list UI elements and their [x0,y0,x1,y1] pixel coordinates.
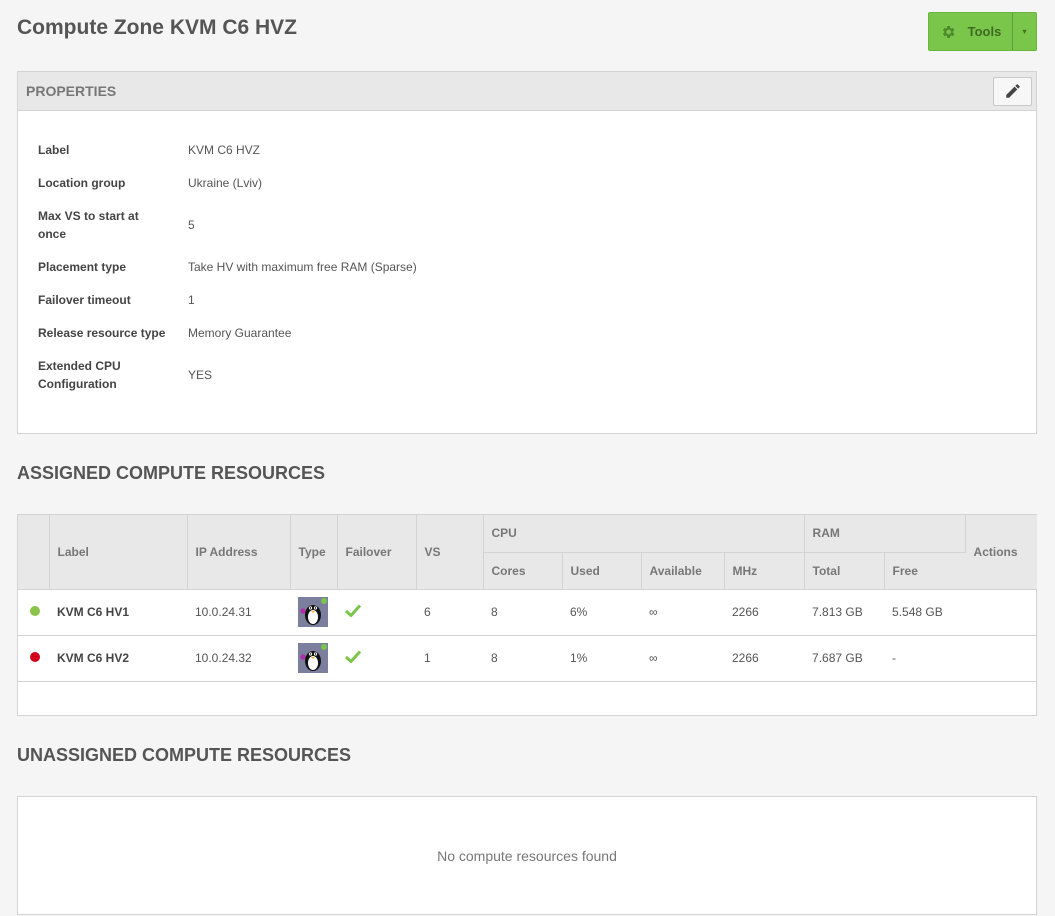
unassigned-panel: No compute resources found [17,796,1037,915]
table-row: KVM C6 HV1 10.0.24.31 6 8 6% ∞ 2266 7.81… [18,589,1038,636]
linux-tux-icon [298,597,328,627]
used-cell: 6% [562,589,641,636]
column-header-vs[interactable]: VS [416,515,484,590]
property-label: Failover timeout [38,292,131,307]
used-cell: 1% [562,635,641,682]
page-title: Compute Zone KVM C6 HVZ [17,16,298,39]
ip-cell: 10.0.24.31 [187,589,290,636]
tools-button[interactable]: Tools ▾ [928,12,1037,51]
status-column-header [18,515,50,590]
properties-panel: PROPERTIES Label KVM C6 HVZ Location gro… [17,71,1037,434]
hv-label-link[interactable]: KVM C6 HV1 [49,589,187,636]
vs-count-cell: 1 [416,635,483,682]
column-header-label[interactable]: Label [49,515,188,590]
column-header-available[interactable]: Available [641,552,725,590]
vs-count-cell: 6 [416,589,483,636]
empty-state-message: No compute resources found [437,847,617,864]
hv-label-link[interactable]: KVM C6 HV2 [49,635,187,682]
edit-button[interactable] [993,76,1032,106]
table-row: KVM C6 HV2 10.0.24.32 1 8 1% ∞ 2266 7.68… [18,635,1038,682]
available-cell: ∞ [641,635,724,682]
status-online-dot [30,606,40,616]
column-group-ram: RAM [804,515,966,553]
ram-free-cell: 5.548 GB [884,589,966,636]
checkmark-icon [344,650,362,664]
properties-title: PROPERTIES [26,83,117,99]
property-row-max-vs: Max VS to start at once 5 [38,199,417,250]
tools-dropdown-caret[interactable]: ▾ [1013,13,1036,50]
property-label: Extended CPU Configuration [38,358,121,391]
column-header-total[interactable]: Total [804,552,885,590]
mhz-cell: 2266 [724,589,805,636]
status-offline-dot [30,652,40,662]
property-value: Ukraine (Lviv) [188,175,263,190]
assigned-resources-table: Label IP Address Type Failover VS CPU RA… [18,515,1038,682]
property-label: Release resource type [38,325,166,340]
unassigned-section-title: UNASSIGNED COMPUTE RESOURCES [17,745,352,765]
column-header-used[interactable]: Used [562,552,642,590]
properties-header: PROPERTIES [18,72,1036,111]
actions-cell [965,589,1038,636]
property-value: Memory Guarantee [188,325,292,340]
property-row-release-resource-type: Release resource type Memory Guarantee [38,316,417,349]
gear-icon [942,25,955,38]
property-value: Take HV with maximum free RAM (Sparse) [188,259,417,274]
ram-total-cell: 7.813 GB [804,589,885,636]
property-value: 1 [188,292,195,307]
tools-label: Tools [967,24,1002,39]
tools-main-button[interactable]: Tools [929,13,1013,50]
column-header-free[interactable]: Free [884,552,966,590]
ip-cell: 10.0.24.32 [187,635,290,682]
property-label: Max VS to start at once [38,208,139,241]
property-label: Location group [38,175,126,190]
property-value: KVM C6 HVZ [188,142,261,157]
ram-total-cell: 7.687 GB [804,635,885,682]
column-group-cpu: CPU [483,515,805,553]
property-row-placement-type: Placement type Take HV with maximum free… [38,250,417,283]
cores-cell: 8 [483,589,562,636]
assigned-section-title: ASSIGNED COMPUTE RESOURCES [17,463,326,483]
property-row-location-group: Location group Ukraine (Lviv) [38,166,417,199]
column-header-ip[interactable]: IP Address [187,515,291,590]
cores-cell: 8 [483,635,562,682]
column-header-type: Type [290,515,338,590]
column-header-cores[interactable]: Cores [483,552,563,590]
actions-cell [965,635,1038,682]
property-row-extended-cpu: Extended CPU Configuration YES [38,349,417,400]
ram-free-cell: - [884,635,966,682]
properties-list: Label KVM C6 HVZ Location group Ukraine … [38,133,417,400]
available-cell: ∞ [641,589,724,636]
column-header-actions: Actions [965,515,1038,590]
assigned-table-panel: Label IP Address Type Failover VS CPU RA… [17,514,1038,716]
property-value: 5 [188,217,195,232]
property-row-label: Label KVM C6 HVZ [38,133,417,166]
checkmark-icon [344,604,362,618]
property-value: YES [188,367,213,382]
property-row-failover-timeout: Failover timeout 1 [38,283,417,316]
linux-tux-icon [298,643,328,673]
property-label: Label [38,142,70,157]
pencil-icon [1005,84,1020,98]
column-header-mhz[interactable]: MHz [724,552,805,590]
column-header-failover: Failover [337,515,417,590]
mhz-cell: 2266 [724,635,805,682]
property-label: Placement type [38,259,127,274]
